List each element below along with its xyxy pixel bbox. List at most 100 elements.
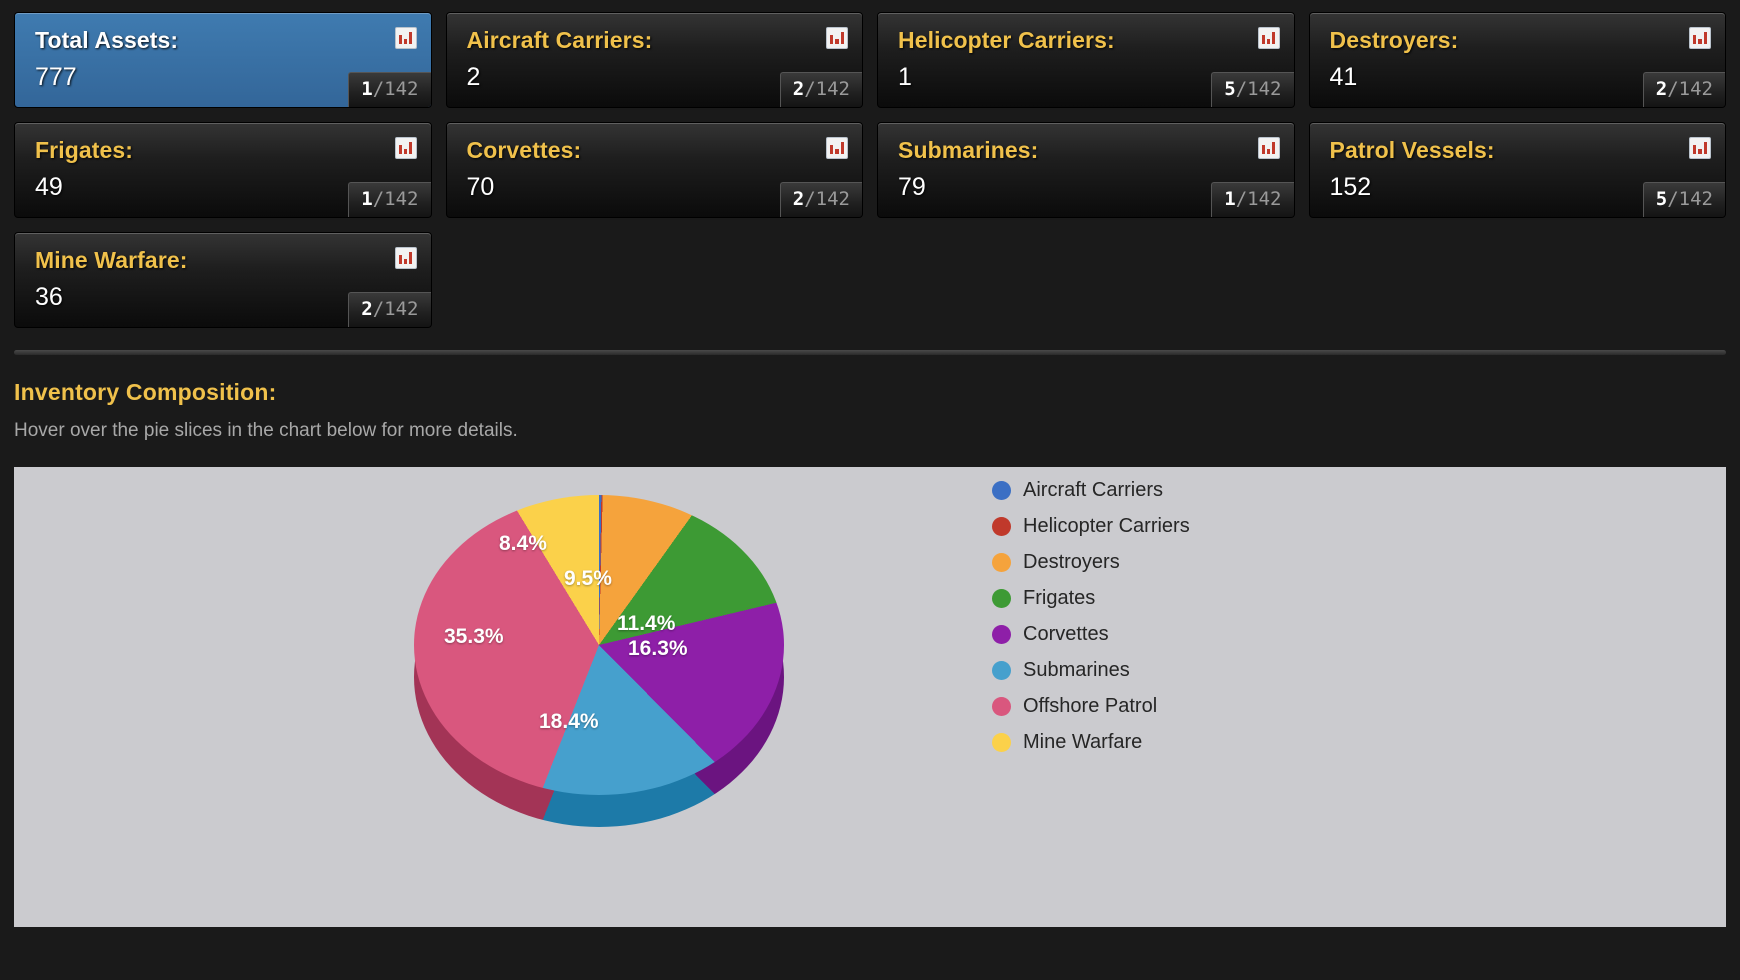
legend-swatch [992,589,1011,608]
kpi-badge-total: /142 [804,188,850,210]
kpi-badge-total: /142 [1667,188,1713,210]
kpi-value: 79 [898,173,926,201]
pie-slice-label: 35.3% [444,625,504,648]
legend-label: Helicopter Carriers [1023,515,1190,537]
legend-item[interactable]: Aircraft Carriers [992,479,1190,502]
bar-chart-icon[interactable] [394,137,417,159]
kpi-badge: 2/142 [348,292,431,327]
legend-label: Aircraft Carriers [1023,479,1164,501]
kpi-value: 41 [1329,63,1358,91]
kpi-badge-current: 1 [1224,188,1236,210]
legend-item[interactable]: Destroyers [992,551,1190,574]
legend-item[interactable]: Offshore Patrol [992,695,1190,718]
bar-chart-icon[interactable] [826,27,848,49]
legend-swatch [992,661,1011,680]
kpi-badge: 5/142 [1211,72,1294,107]
pie-slice-label: 8.4% [499,532,547,555]
bar-chart-icon[interactable] [1257,137,1280,159]
kpi-badge-current: 2 [792,78,805,100]
pie-slice-label: 9.5% [564,567,612,590]
pie-chart-panel: 9.5% 11.4% 16.3% 18.4% 35.3% 8.4% Aircraft Ca… [14,467,1726,927]
legend-label: Offshore Patrol [1023,695,1158,717]
legend-item[interactable]: Corvettes [992,623,1190,646]
pie-chart[interactable]: 9.5% 11.4% 16.3% 18.4% 35.3% 8.4% [414,485,784,845]
bar-chart-icon[interactable] [1689,137,1711,159]
kpi-card-destroyers[interactable]: Destroyers: 41 2/142 [1308,12,1726,108]
kpi-card-frigates[interactable]: Frigates: 49 1/142 [14,122,432,218]
legend-swatch [992,481,1011,500]
kpi-label: Corvettes: [466,137,582,163]
kpi-badge-total: /142 [372,298,419,320]
kpi-badge-total: /142 [372,188,419,210]
kpi-badge-current: 1 [361,188,373,210]
legend-item[interactable]: Frigates [992,587,1190,610]
legend-item[interactable]: Mine Warfare [992,731,1190,754]
legend-label: Mine Warfare [1023,731,1143,753]
kpi-label: Destroyers: [1329,27,1459,53]
kpi-label: Patrol Vessels: [1329,137,1495,163]
kpi-badge: 2/142 [779,182,862,217]
kpi-value: 70 [466,173,495,201]
kpi-label: Aircraft Carriers: [466,27,653,53]
kpi-badge-current: 5 [1224,78,1236,100]
kpi-badge: 2/142 [779,72,862,107]
bar-chart-icon[interactable] [826,137,848,159]
kpi-card-helicopter-carriers[interactable]: Helicopter Carriers: 1 5/142 [877,12,1295,108]
legend-swatch [992,697,1011,716]
kpi-badge: 2/142 [1642,72,1725,107]
inventory-composition-section: Inventory Composition: Hover over the pi… [0,355,1740,442]
dashboard-root: Total Assets: 777 1/142 Aircraft Carrier… [0,0,1740,980]
kpi-badge-current: 1 [361,78,373,100]
kpi-value: 36 [35,283,63,311]
kpi-card-mine-warfare[interactable]: Mine Warfare: 36 2/142 [14,232,432,328]
kpi-badge-current: 2 [361,298,373,320]
pie-slice-label: 16.3% [628,637,688,660]
section-subtitle: Hover over the pie slices in the chart b… [14,420,518,441]
legend-label: Frigates [1023,587,1096,609]
kpi-value: 2 [466,63,481,91]
kpi-value: 152 [1329,173,1372,201]
kpi-card-submarines[interactable]: Submarines: 79 1/142 [877,122,1295,218]
kpi-card-corvettes[interactable]: Corvettes: 70 2/142 [445,122,863,218]
legend-label: Destroyers [1023,551,1120,573]
kpi-badge-total: /142 [1235,78,1282,100]
kpi-card-aircraft-carriers[interactable]: Aircraft Carriers: 2 2/142 [445,12,863,108]
legend-label: Submarines [1023,659,1130,681]
kpi-badge-current: 2 [792,188,805,210]
kpi-card-total-assets[interactable]: Total Assets: 777 1/142 [14,12,432,108]
kpi-card-patrol-vessels[interactable]: Patrol Vessels: 152 5/142 [1308,122,1726,218]
kpi-label: Total Assets: [35,27,179,53]
legend-swatch [992,625,1011,644]
bar-chart-icon[interactable] [1257,27,1280,49]
bar-chart-icon[interactable] [394,27,417,49]
kpi-badge-total: /142 [1667,78,1713,100]
kpi-badge-total: /142 [372,78,419,100]
legend-swatch [992,517,1011,536]
kpi-badge-total: /142 [804,78,850,100]
kpi-label: Mine Warfare: [35,247,188,273]
kpi-value: 777 [35,63,77,91]
legend-swatch [992,553,1011,572]
legend-item[interactable]: Submarines [992,659,1190,682]
kpi-label: Frigates: [35,137,134,163]
bar-chart-icon[interactable] [1689,27,1711,49]
legend-swatch [992,733,1011,752]
pie-slice-label: 11.4% [617,612,676,635]
kpi-badge: 5/142 [1642,182,1725,217]
kpi-badge-total: /142 [1235,188,1282,210]
chart-legend: Aircraft Carriers Helicopter Carriers Dest… [992,479,1190,754]
kpi-badge-current: 2 [1655,78,1668,100]
kpi-badge: 1/142 [348,182,431,217]
kpi-badge: 1/142 [1211,182,1294,217]
page-title: Inventory Composition: [14,379,277,405]
legend-label: Corvettes [1023,623,1109,645]
kpi-label: Helicopter Carriers: [898,27,1115,53]
kpi-value: 49 [35,173,63,201]
kpi-badge: 1/142 [348,72,431,107]
bar-chart-icon[interactable] [394,247,417,269]
legend-item[interactable]: Helicopter Carriers [992,515,1190,538]
kpi-card-grid: Total Assets: 777 1/142 Aircraft Carrier… [0,0,1740,328]
kpi-badge-current: 5 [1655,188,1668,210]
kpi-value: 1 [898,63,912,91]
kpi-label: Submarines: [898,137,1039,163]
